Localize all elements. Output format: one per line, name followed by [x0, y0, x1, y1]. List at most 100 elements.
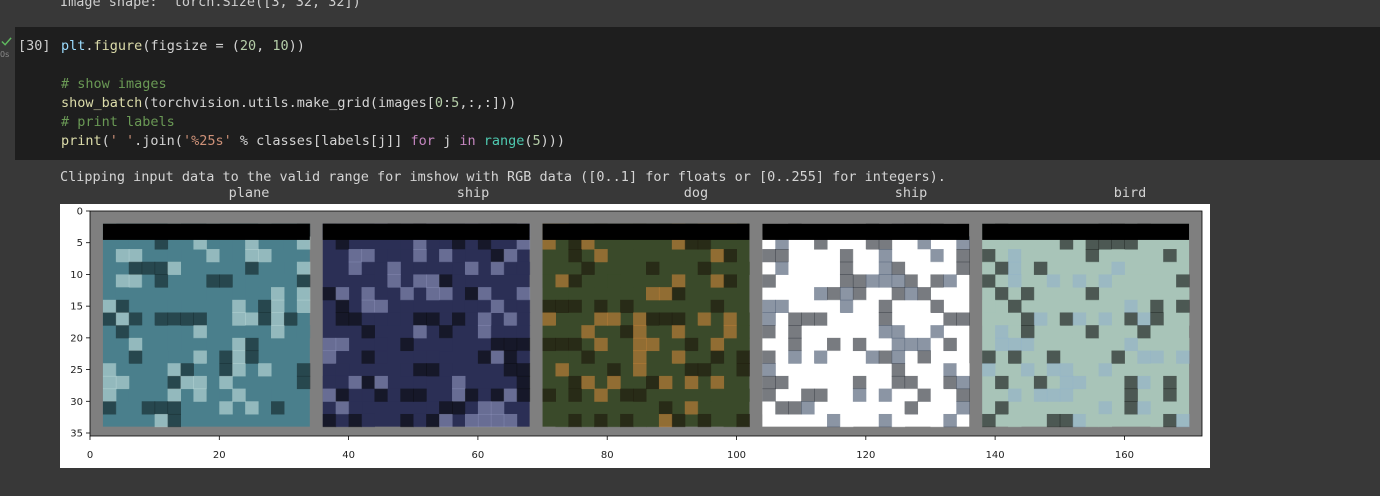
image-pixel: [413, 350, 427, 364]
image-pixel: [1033, 261, 1048, 275]
image-pixel: [335, 413, 350, 428]
y-tick-label: 35: [70, 429, 83, 440]
image-pixel: [361, 350, 375, 364]
image-pixel: [775, 350, 789, 364]
image-pixel: [439, 299, 453, 313]
image-pixel: [633, 388, 647, 402]
y-tick-label: 30: [70, 397, 83, 408]
image-pixel: [219, 375, 233, 390]
code-token: ,:,:])): [459, 95, 517, 111]
image-pixel: [439, 287, 453, 301]
image-pixel: [852, 299, 867, 313]
image-pixel: [723, 363, 738, 377]
image-pixel: [801, 261, 815, 275]
y-tick-label: 5: [77, 238, 83, 249]
image-pixel: [542, 261, 556, 275]
image-pixel: [413, 375, 427, 390]
image-pixel: [568, 350, 582, 364]
image-pixel: [464, 401, 479, 415]
image-pixel: [464, 287, 479, 301]
image-pixel: [917, 274, 931, 288]
image-pixel: [568, 413, 582, 428]
checkmark-icon: [1, 37, 12, 46]
image-pixel: [1072, 337, 1087, 352]
image-pixel: [723, 274, 738, 288]
image-pixel: [128, 312, 143, 326]
image-pixel: [115, 274, 130, 288]
image-pixel: [930, 249, 944, 263]
image-pixel: [1059, 375, 1074, 390]
image-pixel: [322, 350, 337, 364]
image-pixel: [904, 274, 919, 288]
image-pixel: [839, 413, 854, 428]
image-pixel: [1111, 325, 1125, 339]
image-pixel: [503, 312, 518, 326]
image-pixel: [839, 274, 854, 288]
grid-image-ship: [762, 223, 970, 428]
code-token: 10: [272, 38, 289, 54]
x-tick-label: 160: [1115, 450, 1134, 461]
image-pixel: [348, 249, 363, 263]
image-pixel: [956, 401, 970, 415]
image-pixel: [723, 249, 738, 263]
image-pixel: [102, 388, 117, 402]
image-pixel: [167, 337, 182, 352]
image-pixel: [503, 363, 518, 377]
image-pixel: [245, 325, 259, 339]
image-pixel: [193, 375, 207, 390]
image-pixel: [775, 325, 789, 339]
image-pixel: [917, 363, 931, 377]
image-grid-plot: 0 20 40 60 80 100 120 140 160 0 5 10 15 20 25 30 35: [60, 204, 1210, 468]
image-pixel: [374, 287, 388, 301]
image-pixel: [141, 261, 156, 275]
image-pixel: [607, 274, 621, 288]
image-pixel: [801, 401, 815, 415]
image-pixel: [1124, 312, 1138, 326]
image-pixel: [1163, 413, 1177, 428]
image-pixel: [723, 325, 738, 339]
image-pixel: [762, 350, 776, 364]
image-pixel: [322, 388, 337, 402]
image-pixel: [374, 299, 388, 313]
image-pixel: [607, 375, 621, 390]
cell-run-status[interactable]: 0s: [0, 36, 14, 62]
x-tick-label: 60: [472, 450, 485, 461]
image-pixel: [555, 413, 569, 428]
image-pixel: [1059, 363, 1074, 377]
code-editor[interactable]: plt.figure(figsize = (20, 10)) # show im…: [61, 37, 565, 151]
image-dark-band: [322, 223, 530, 240]
image-pixel: [387, 249, 401, 263]
image-dark-band: [542, 223, 750, 240]
image-pixel: [839, 299, 854, 313]
image-pixel: [658, 274, 673, 288]
image-pixel: [322, 337, 337, 352]
image-pixel: [115, 401, 130, 415]
image-pixel: [271, 312, 285, 326]
image-pixel: [814, 350, 828, 364]
image-pixel: [995, 401, 1009, 415]
image-pixel: [736, 325, 750, 339]
image-pixel: [1059, 312, 1074, 326]
image-pixel: [1150, 350, 1164, 364]
image-pixel: [1150, 312, 1164, 326]
image-pixel: [296, 363, 311, 377]
image-pixel: [490, 401, 505, 415]
image-pixel: [1111, 249, 1125, 263]
image-pixel: [788, 401, 802, 415]
image-pixel: [128, 337, 143, 352]
image-pixel: [154, 350, 169, 364]
image-pixel: [400, 299, 414, 313]
image-pixel: [516, 337, 531, 352]
image-pixel: [1020, 363, 1035, 377]
image-pixel: [232, 350, 246, 364]
image-pixel: [167, 401, 182, 415]
image-pixel: [891, 287, 906, 301]
image-pixel: [464, 299, 479, 313]
image-pixel: [607, 299, 621, 313]
image-pixel: [1163, 375, 1177, 390]
image-pixel: [904, 287, 919, 301]
image-pixel: [193, 388, 207, 402]
image-pixel: [1046, 274, 1061, 288]
image-pixel: [154, 274, 169, 288]
image-pixel: [801, 312, 815, 326]
